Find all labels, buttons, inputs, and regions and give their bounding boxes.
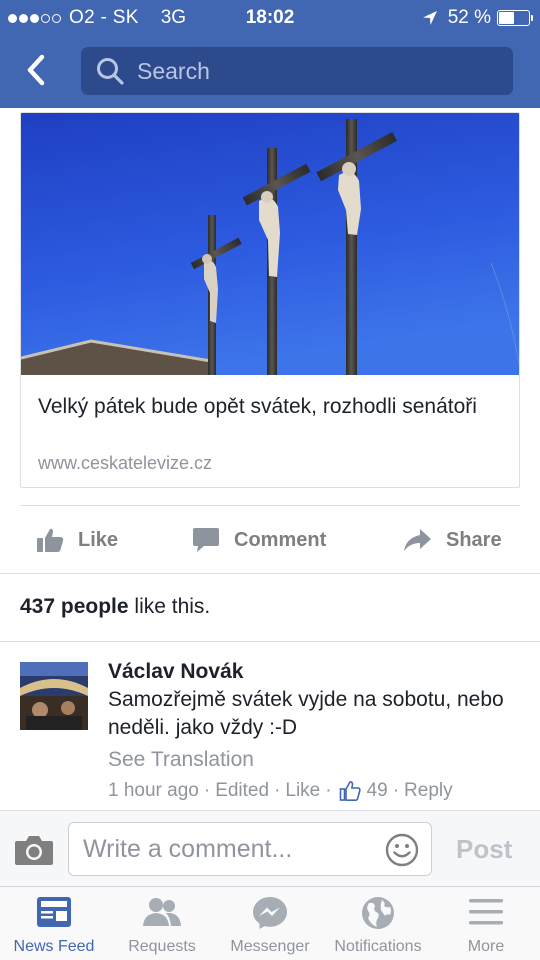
comment-input[interactable] bbox=[83, 835, 373, 864]
news-feed-icon bbox=[37, 897, 71, 927]
emoji-smiley-icon[interactable] bbox=[385, 833, 419, 867]
tab-label: Messenger bbox=[230, 938, 310, 955]
battery-level-fill bbox=[499, 12, 514, 24]
thumbs-up-outline-icon bbox=[339, 781, 361, 801]
comment-like-count[interactable]: 49 bbox=[367, 780, 388, 802]
tab-requests[interactable]: Requests bbox=[108, 887, 216, 960]
post-comment-button[interactable]: Post bbox=[456, 834, 512, 865]
back-button[interactable] bbox=[18, 51, 56, 89]
comment-like-link[interactable]: Like bbox=[285, 780, 320, 802]
tab-label: More bbox=[467, 938, 505, 955]
status-bar-right: 52 % bbox=[422, 7, 533, 29]
comment-edited-label[interactable]: Edited bbox=[215, 780, 269, 802]
comment-composer: Post bbox=[0, 810, 540, 886]
likes-count[interactable]: 437 people bbox=[20, 595, 129, 618]
search-icon bbox=[97, 58, 124, 85]
link-domain: www.ceskatelevize.cz bbox=[38, 453, 213, 473]
see-translation-link[interactable]: See Translation bbox=[108, 748, 254, 772]
share-arrow-icon bbox=[404, 529, 431, 551]
card-divider bbox=[20, 505, 520, 506]
like-action-button[interactable]: Like bbox=[36, 522, 118, 558]
comment-timestamp[interactable]: 1 hour ago bbox=[108, 780, 199, 802]
globe-icon bbox=[362, 897, 394, 929]
shared-link-card[interactable]: Velký pátek bude opět svátek, rozhodli s… bbox=[20, 112, 520, 488]
likes-divider bbox=[0, 641, 540, 642]
search-input[interactable] bbox=[137, 57, 487, 85]
share-action-label: Share bbox=[446, 528, 502, 551]
meta-separator: · bbox=[203, 780, 211, 801]
tab-label: Notifications bbox=[334, 938, 422, 955]
tab-label: Requests bbox=[128, 938, 196, 955]
meta-separator: · bbox=[274, 780, 281, 801]
comment-reply-link[interactable]: Reply bbox=[404, 780, 453, 802]
comment-action-button[interactable]: Comment bbox=[192, 522, 326, 558]
comment-input-box[interactable] bbox=[68, 822, 432, 876]
tab-messenger[interactable]: Messenger bbox=[216, 887, 324, 960]
meta-separator: · bbox=[392, 780, 400, 801]
comment-action-label: Comment bbox=[234, 528, 327, 551]
status-bar: O2 - SK 3G 18:02 52 % bbox=[0, 0, 540, 36]
tab-more[interactable]: More bbox=[432, 887, 540, 960]
link-title[interactable]: Velký pátek bude opět svátek, rozhodli s… bbox=[38, 392, 508, 422]
meta-separator: · bbox=[325, 780, 332, 801]
actions-divider bbox=[0, 573, 540, 574]
link-preview-image bbox=[21, 113, 519, 375]
battery-percent: 52 % bbox=[447, 7, 491, 28]
likes-suffix: like this. bbox=[128, 595, 211, 618]
tab-notifications[interactable]: Notifications bbox=[324, 887, 432, 960]
thumbs-up-icon bbox=[37, 528, 64, 552]
camera-icon[interactable] bbox=[14, 834, 54, 866]
comment-text: Samozřejmě svátek vyjde na sobotu, nebo … bbox=[108, 688, 504, 739]
comment-author-name[interactable]: Václav Novák bbox=[108, 660, 243, 684]
avatar[interactable] bbox=[20, 662, 88, 730]
battery-icon bbox=[497, 10, 533, 26]
likes-summary[interactable]: 437 people like this. bbox=[20, 595, 210, 619]
comment-bubble-icon bbox=[193, 528, 219, 552]
like-action-label: Like bbox=[78, 528, 119, 551]
messenger-icon bbox=[253, 897, 287, 929]
tab-label: News Feed bbox=[13, 938, 95, 955]
tab-news-feed[interactable]: News Feed bbox=[0, 887, 108, 960]
search-bar[interactable] bbox=[81, 47, 513, 95]
share-action-button[interactable]: Share bbox=[402, 522, 502, 558]
tab-bar: News Feed Requests Messenger Notificatio… bbox=[0, 886, 540, 960]
navigation-header: O2 - SK 3G 18:02 52 % bbox=[0, 0, 540, 108]
hamburger-menu-icon bbox=[469, 899, 503, 925]
location-arrow-icon bbox=[422, 11, 437, 25]
friends-icon bbox=[143, 898, 181, 926]
comment-meta: 1 hour ago · Edited · Like · 49 · Reply bbox=[108, 780, 453, 802]
